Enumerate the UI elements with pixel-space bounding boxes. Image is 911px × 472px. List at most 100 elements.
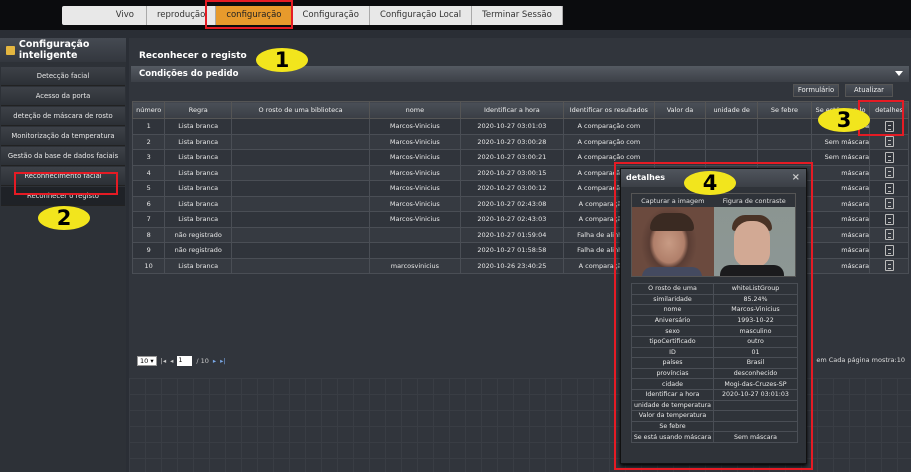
last-page-icon[interactable]: ▸| [220,357,225,365]
sidebar-title-text: Configuração inteligente [18,39,90,61]
table-cell: Marcos-Vinicius [369,118,461,135]
sidebar-item-face-database[interactable]: Gestão da base de dados faciais [1,147,125,166]
table-cell: 2020-10-27 02:43:03 [459,211,565,228]
table-cell [231,180,371,197]
table-cell: máscara [810,211,871,228]
col-rule[interactable]: Regra [164,101,233,119]
details-icon[interactable] [884,229,894,241]
table-cell: máscara [810,257,871,274]
col-library-face[interactable]: O rosto de uma biblioteca [231,101,371,119]
annotation-badge-1: 1 [256,48,308,72]
annotation-badge-3: 3 [818,108,870,132]
pagination: 10 ▾ |◂ ◂ 1 / 10 ▸ ▸| [137,355,226,367]
col-fever[interactable]: Se febre [757,101,812,119]
table-cell [231,211,371,228]
col-number[interactable]: número [131,101,166,119]
table-cell: Lista branca [164,211,233,228]
page-size-select[interactable]: 10 ▾ [137,356,157,366]
table-cell [653,118,707,135]
table-cell: 2 [131,133,166,150]
details-cell [869,211,909,228]
details-icon[interactable] [884,213,894,225]
table-cell: 2020-10-27 01:58:58 [459,242,565,259]
table-cell: máscara [810,180,871,197]
details-icon[interactable] [884,167,894,179]
table-cell: Marcos-Vinicius [369,164,461,181]
refresh-button[interactable]: Atualizar [845,84,893,97]
table-cell [757,118,812,135]
top-bar: Vivo reprodução configuração Configuraçã… [0,0,911,30]
chevron-down-icon[interactable] [895,71,903,76]
details-cell [869,257,909,274]
prev-page-icon[interactable]: ◂ [170,357,173,365]
table-row[interactable]: 1 Lista branca Marcos-Vinicius 2020-10-27 0… [131,118,909,135]
table-cell: Lista branca [164,257,233,274]
highlight-details-dialog [614,162,813,470]
next-page-icon[interactable]: ▸ [213,357,216,365]
query-conditions-bar[interactable]: Condições do pedido [131,66,909,82]
table-cell: não registrado [164,226,233,243]
table-cell: 5 [131,180,166,197]
sidebar-item-mask-detection[interactable]: deteção de máscara de rosto [1,107,125,126]
nav-live[interactable]: Vivo [62,6,147,25]
table-cell: Marcos-Vinicius [369,180,461,197]
table-cell: Lista branca [164,133,233,150]
details-cell [869,242,909,259]
table-cell: 2020-10-27 03:00:28 [459,133,565,150]
table-cell [369,242,461,259]
table-header-row: número Regra O rosto de uma biblioteca n… [131,101,909,119]
highlight-config-tab [205,0,293,29]
table-cell: 2020-10-26 23:40:25 [459,257,565,274]
details-icon[interactable] [884,136,894,148]
monitor-icon [6,45,15,55]
sidebar-title: Configuração inteligente [0,38,126,62]
table-cell: máscara [810,195,871,212]
highlight-record-item [14,172,118,195]
table-cell: Marcos-Vinicius [369,133,461,150]
details-icon[interactable] [884,198,894,210]
table-cell: A comparação com [563,133,655,150]
table-cell [231,257,371,274]
nav-configuration-2[interactable]: Configuração [293,6,370,25]
top-navigation: Vivo reprodução configuração Configuraçã… [62,6,563,25]
table-cell: 2020-10-27 02:43:08 [459,195,565,212]
details-cell [869,180,909,197]
page-size-value: 10 [140,357,149,365]
col-result[interactable]: Identificar os resultados [563,101,655,119]
table-cell [369,226,461,243]
sidebar-item-temperature[interactable]: Monitorização da temperatura [1,127,125,146]
details-icon[interactable] [884,244,894,256]
table-cell: A comparação com [563,118,655,135]
form-button[interactable]: Formulário [793,84,839,97]
table-cell: 8 [131,226,166,243]
col-name[interactable]: nome [369,101,461,119]
table-cell [757,133,812,150]
col-value[interactable]: Valor da [653,101,707,119]
nav-logout[interactable]: Terminar Sessão [472,6,563,25]
annotation-badge-4: 4 [684,171,736,195]
details-icon[interactable] [884,151,894,163]
table-cell [653,133,707,150]
nav-local-configuration[interactable]: Configuração Local [370,6,473,25]
page-number-input[interactable]: 1 [177,356,193,366]
col-time[interactable]: Identificar a hora [459,101,565,119]
table-cell: 7 [131,211,166,228]
table-cell: 6 [131,195,166,212]
table-cell: Lista branca [164,118,233,135]
table-cell: máscara [810,226,871,243]
table-cell [231,195,371,212]
table-row[interactable]: 2 Lista branca Marcos-Vinicius 2020-10-27 0… [131,133,909,150]
details-icon[interactable] [884,260,894,272]
table-cell [231,242,371,259]
sidebar: Configuração inteligente Detecção facial… [0,38,126,472]
col-unit[interactable]: unidade de [705,101,759,119]
table-cell: 2020-10-27 03:01:03 [459,118,565,135]
details-icon[interactable] [884,182,894,194]
first-page-icon[interactable]: |◂ [161,357,166,365]
table-cell: Lista branca [164,164,233,181]
table-cell [231,164,371,181]
sidebar-item-door-access[interactable]: Acesso da porta [1,87,125,106]
table-cell: 9 [131,242,166,259]
sidebar-item-face-detection[interactable]: Detecção facial [1,67,125,86]
details-cell [869,195,909,212]
